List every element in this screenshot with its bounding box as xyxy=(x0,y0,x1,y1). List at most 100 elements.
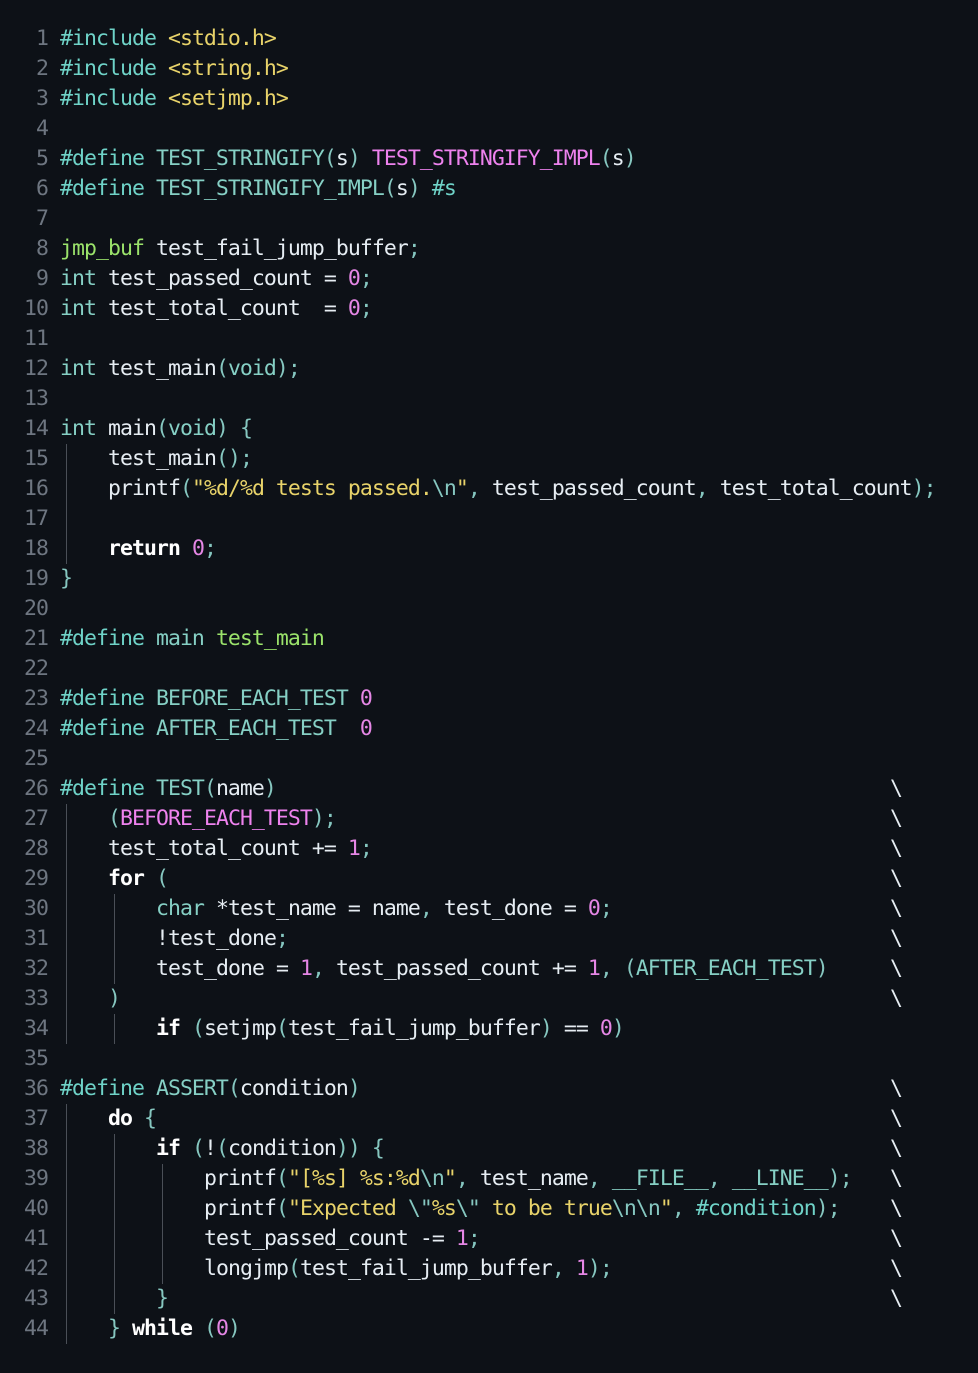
token-ty: int xyxy=(60,266,97,291)
code-line[interactable]: 20 xyxy=(0,594,978,624)
code-line[interactable]: 41 test_passed_count -= 1; \ xyxy=(0,1224,978,1254)
code-line[interactable]: 44} while (0) xyxy=(0,1314,978,1344)
code-line[interactable]: 21 #define main test_main xyxy=(0,624,978,654)
line-number: 24 xyxy=(24,716,49,741)
code-line[interactable]: 17 xyxy=(0,504,978,534)
code-line[interactable]: 40 printf("Expected \"%s\" to be true\n\n… xyxy=(0,1194,978,1224)
token-p: } xyxy=(60,566,73,591)
token-p: , xyxy=(311,956,336,981)
line-code: test_main(); xyxy=(60,444,978,474)
code-line[interactable]: 7 xyxy=(0,204,978,234)
token-p: ( xyxy=(191,1136,205,1161)
token-p: \" xyxy=(407,1196,433,1221)
code-line[interactable]: 28 test_total_count += 1; \ xyxy=(0,834,978,864)
code-line[interactable]: 43} \ xyxy=(0,1284,978,1314)
code-line[interactable]: 11 xyxy=(0,324,978,354)
code-line[interactable]: 30 char *test_name = name, test_done = 0;… xyxy=(0,894,978,924)
code-line[interactable]: 14 int main(void) { xyxy=(0,414,978,444)
code-line[interactable]: 37 do {\ xyxy=(0,1104,978,1134)
code-line[interactable]: 24 #define AFTER_EACH_TEST 0 xyxy=(0,714,978,744)
token-ty: AFTER_EACH_TEST xyxy=(635,956,817,981)
code-line[interactable]: 36 #define ASSERT(condition) \ xyxy=(0,1074,978,1104)
line-number: 10 xyxy=(24,296,49,321)
code-line[interactable]: 32 test_done = 1, test_passed_count += 1,… xyxy=(0,954,978,984)
code-line[interactable]: 39 printf("[%s] %s:%d\n", test_name, __FI… xyxy=(0,1164,978,1194)
code-editor[interactable]: 1 #include <stdio.h> 2 #include <string.h> 3… xyxy=(0,0,978,1373)
code-line[interactable]: 29 for (\ xyxy=(0,864,978,894)
line-number: 16 xyxy=(24,476,49,501)
code-line[interactable]: 8 jmp_buf test_fail_jump_buffer; xyxy=(0,234,978,264)
code-line[interactable]: 1 #include <stdio.h> xyxy=(0,24,978,54)
token-pp: #define xyxy=(60,1076,156,1101)
line-code: #include <stdio.h> xyxy=(60,24,978,54)
line-number: 9 xyxy=(36,266,49,291)
token-str: <setjmp.h> xyxy=(167,86,289,111)
token-id: test_total_count = xyxy=(95,296,348,321)
code-line[interactable]: 4 xyxy=(0,114,978,144)
token-p: ( xyxy=(275,1166,289,1191)
token-p: ; xyxy=(359,296,373,321)
line-number: 39 xyxy=(24,1166,49,1191)
token-id: s xyxy=(395,176,409,201)
token-p: ( xyxy=(203,776,217,801)
code-line[interactable]: 12 int test_main(void); xyxy=(0,354,978,384)
line-continuation: \ xyxy=(890,836,903,861)
token-id: test_main xyxy=(95,356,217,381)
line-code: #define ASSERT(condition) \ xyxy=(60,1074,978,1104)
code-line[interactable]: 23 #define BEFORE_EACH_TEST 0 xyxy=(0,684,978,714)
line-code: do {\ xyxy=(60,1104,978,1134)
code-line[interactable]: 31 !test_done; \ xyxy=(0,924,978,954)
code-line[interactable]: 2 #include <string.h> xyxy=(0,54,978,84)
token-p: , xyxy=(671,1196,696,1221)
line-number: 7 xyxy=(36,206,49,231)
code-line[interactable]: 5 #define TEST_STRINGIFY(s) TEST_STRINGIF… xyxy=(0,144,978,174)
code-line[interactable]: 9 int test_passed_count = 0; xyxy=(0,264,978,294)
token-p: ( xyxy=(275,1196,289,1221)
indent-guide xyxy=(66,1134,67,1164)
code-line[interactable]: 3 #include <setjmp.h> xyxy=(0,84,978,114)
token-num: 0 xyxy=(587,896,601,921)
token-p: \" xyxy=(455,1196,481,1221)
code-line[interactable]: 10 int test_total_count = 0; xyxy=(0,294,978,324)
token-num: 0 xyxy=(599,1016,613,1041)
line-code: #define TEST_STRINGIFY(s) TEST_STRINGIFY… xyxy=(60,144,978,174)
code-line[interactable]: 15 test_main(); xyxy=(0,444,978,474)
token-p: ) xyxy=(539,1016,564,1041)
code-line[interactable]: 26 #define TEST(name) \ xyxy=(0,774,978,804)
code-line[interactable]: 25 xyxy=(0,744,978,774)
line-code: int main(void) { xyxy=(60,414,978,444)
token-id: test_passed_count -= xyxy=(204,1226,456,1251)
code-line[interactable]: 18 return 0; xyxy=(0,534,978,564)
code-line[interactable]: 34 if (setjmp(test_fail_jump_buffer) == 0… xyxy=(0,1014,978,1044)
line-code: longjmp(test_fail_jump_buffer, 1); \ xyxy=(60,1254,978,1284)
line-continuation: \ xyxy=(890,1196,903,1221)
code-line[interactable]: 35 xyxy=(0,1044,978,1074)
code-line[interactable]: 42 longjmp(test_fail_jump_buffer, 1); \ xyxy=(0,1254,978,1284)
line-number: 29 xyxy=(24,866,49,891)
token-ty: __LINE__ xyxy=(731,1166,829,1191)
token-id: test_passed_count = xyxy=(95,266,348,291)
code-line[interactable]: 33) \ xyxy=(0,984,978,1014)
line-code: } while (0) xyxy=(60,1314,978,1344)
token-num: 1 xyxy=(455,1226,469,1251)
code-line[interactable]: 27 (BEFORE_EACH_TEST); \ xyxy=(0,804,978,834)
code-line[interactable]: 16 printf("%d/%d tests passed.\n", test_p… xyxy=(0,474,978,504)
line-continuation: \ xyxy=(890,1226,903,1251)
token-id: printf xyxy=(204,1196,277,1221)
code-line[interactable]: 38 if (!(condition)) {\ xyxy=(0,1134,978,1164)
line-number: 36 xyxy=(24,1076,49,1101)
code-line[interactable]: 19} xyxy=(0,564,978,594)
code-line[interactable]: 6 #define TEST_STRINGIFY_IMPL(s) #s xyxy=(0,174,978,204)
line-continuation: \ xyxy=(890,956,903,981)
code-line[interactable]: 22 xyxy=(0,654,978,684)
code-line[interactable]: 13 xyxy=(0,384,978,414)
token-num: 1 xyxy=(347,836,361,861)
indent-guide xyxy=(66,1104,67,1134)
token-id: test_fail_jump_buffer xyxy=(143,236,409,261)
line-number: 43 xyxy=(24,1286,49,1311)
token-id: test_total_count xyxy=(719,476,913,501)
token-p: \n xyxy=(431,476,457,501)
token-str: "%d/%d tests passed. xyxy=(191,476,433,501)
